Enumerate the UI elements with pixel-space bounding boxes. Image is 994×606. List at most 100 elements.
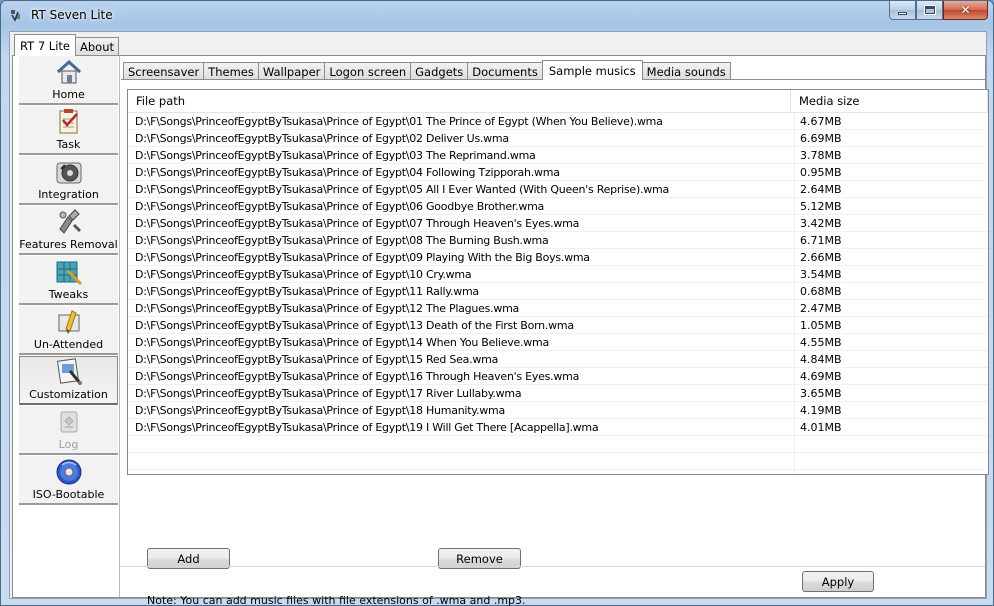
media-size-cell: 1.05MB [800,318,842,332]
media-size-cell: 6.69MB [800,131,842,145]
table-row[interactable]: D:\F\Songs\PrinceofEgyptByTsukasa\Prince… [128,164,988,181]
table-row[interactable]: D:\F\Songs\PrinceofEgyptByTsukasa\Prince… [128,232,988,249]
table-row[interactable]: D:\F\Songs\PrinceofEgyptByTsukasa\Prince… [128,130,988,147]
close-button[interactable]: ✕ [943,1,988,20]
minimize-button[interactable] [889,1,916,20]
maximize-button[interactable] [916,1,943,20]
sidebar-item-unattended[interactable]: Un-Attended [19,306,118,355]
tab-themes[interactable]: Themes [203,62,259,80]
file-path-cell: D:\F\Songs\PrinceofEgyptByTsukasa\Prince… [135,216,580,230]
media-size-cell: 5.12MB [800,199,842,213]
sidebar-divider [119,56,120,597]
tab-gadgets[interactable]: Gadgets [410,62,469,80]
sidebar-item-task[interactable]: Task [19,106,118,155]
close-icon: ✕ [960,3,971,17]
media-size-cell: 3.42MB [800,216,842,230]
sidebar-item-label: Integration [38,188,99,201]
sidebar-item-log[interactable]: Log [19,406,118,455]
sidebar-item-integration[interactable]: Integration [19,156,118,205]
file-path-cell: D:\F\Songs\PrinceofEgyptByTsukasa\Prince… [135,301,520,315]
file-path-cell: D:\F\Songs\PrinceofEgyptByTsukasa\Prince… [135,284,479,298]
unattended-icon [58,310,79,334]
media-size-cell: 4.67MB [800,114,842,128]
outer-tab-strip: RT 7 Lite About [14,34,120,56]
tab-logon-screen[interactable]: Logon screen [324,62,412,80]
tab-wallpaper[interactable]: Wallpaper [257,62,326,80]
column-header-media-size[interactable]: Media size [791,90,988,112]
sidebar-item-iso-bootable[interactable]: ISO-Bootable [19,456,118,505]
table-row[interactable]: D:\F\Songs\PrinceofEgyptByTsukasa\Prince… [128,300,988,317]
table-row[interactable]: D:\F\Songs\PrinceofEgyptByTsukasa\Prince… [128,283,988,300]
column-header-file-path[interactable]: File path [128,90,791,112]
file-path-cell: D:\F\Songs\PrinceofEgyptByTsukasa\Prince… [135,148,536,162]
tab-sample-musics[interactable]: Sample musics [541,60,643,80]
list-header: File path Media size [128,90,988,113]
file-path-cell: D:\F\Songs\PrinceofEgyptByTsukasa\Prince… [135,165,560,179]
sidebar-item-label: Un-Attended [33,338,104,351]
media-size-cell: 4.69MB [800,369,842,383]
table-row[interactable]: D:\F\Songs\PrinceofEgyptByTsukasa\Prince… [128,385,988,402]
footer-divider [121,566,985,567]
file-path-cell: D:\F\Songs\PrinceofEgyptByTsukasa\Prince… [135,335,549,349]
file-path-cell: D:\F\Songs\PrinceofEgyptByTsukasa\Prince… [135,352,499,366]
file-path-cell: D:\F\Songs\PrinceofEgyptByTsukasa\Prince… [135,403,505,417]
table-row[interactable]: D:\F\Songs\PrinceofEgyptByTsukasa\Prince… [128,147,988,164]
media-size-cell: 4.19MB [800,403,842,417]
table-row[interactable]: D:\F\Songs\PrinceofEgyptByTsukasa\Prince… [128,351,988,368]
app-icon [11,10,20,22]
sidebar-item-label: Customization [29,388,108,401]
table-row[interactable]: D:\F\Songs\PrinceofEgyptByTsukasa\Prince… [128,317,988,334]
media-size-cell: 0.68MB [800,284,842,298]
table-row[interactable]: D:\F\Songs\PrinceofEgyptByTsukasa\Prince… [128,368,988,385]
table-row[interactable]: D:\F\Songs\PrinceofEgyptByTsukasa\Prince… [128,249,988,266]
media-size-cell: 4.01MB [800,420,842,434]
sidebar-item-home[interactable]: Home [19,56,118,105]
integration-icon [56,162,81,184]
file-path-cell: D:\F\Songs\PrinceofEgyptByTsukasa\Prince… [135,318,574,332]
outer-tab-panel: Home Task Integration Features Removal T… [12,55,989,606]
inner-tab-strip: Screensaver Themes Wallpaper Logon scree… [123,60,731,80]
media-size-cell: 3.78MB [800,148,842,162]
file-path-cell: D:\F\Songs\PrinceofEgyptByTsukasa\Prince… [135,420,599,434]
table-row[interactable]: D:\F\Songs\PrinceofEgyptByTsukasa\Prince… [128,215,988,232]
tab-media-sounds[interactable]: Media sounds [641,62,731,80]
tweaks-icon [56,261,82,286]
client-area: RT 7 Lite About Home Task Integration Fe… [9,31,989,606]
table-row[interactable]: D:\F\Songs\PrinceofEgyptByTsukasa\Prince… [128,419,988,436]
minimize-icon [898,11,907,15]
caption-buttons: ✕ [889,1,988,21]
iso-bootable-icon [56,459,81,485]
table-row[interactable]: D:\F\Songs\PrinceofEgyptByTsukasa\Prince… [128,113,988,130]
tab-about[interactable]: About [75,37,120,56]
table-row[interactable]: D:\F\Songs\PrinceofEgyptByTsukasa\Prince… [128,334,988,351]
table-row[interactable]: D:\F\Songs\PrinceofEgyptByTsukasa\Prince… [128,198,988,215]
tab-screensaver[interactable]: Screensaver [123,62,205,80]
media-size-cell: 2.47MB [800,301,842,315]
window-title: RT Seven Lite [31,8,113,22]
media-size-cell: 4.55MB [800,335,842,349]
table-row[interactable]: D:\F\Songs\PrinceofEgyptByTsukasa\Prince… [128,402,988,419]
file-path-cell: D:\F\Songs\PrinceofEgyptByTsukasa\Prince… [135,369,580,383]
sidebar-item-label: Task [56,138,81,151]
media-size-cell: 6.71MB [800,233,842,247]
tab-documents[interactable]: Documents [467,62,543,80]
title-bar[interactable]: RT Seven Lite ✕ [1,1,993,30]
empty-row [128,453,988,470]
tab-rt7lite[interactable]: RT 7 Lite [14,34,76,56]
media-size-cell: 4.84MB [800,352,842,366]
sidebar-item-tweaks[interactable]: Tweaks [19,256,118,305]
music-file-list[interactable]: File path Media size D:\F\Songs\Princeof… [127,89,989,475]
features-removal-icon [58,209,81,234]
file-path-cell: D:\F\Songs\PrinceofEgyptByTsukasa\Prince… [135,114,663,128]
sidebar-item-customization[interactable]: Customization [19,356,118,405]
file-path-cell: D:\F\Songs\PrinceofEgyptByTsukasa\Prince… [135,182,669,196]
sidebar-item-label: Features Removal [19,238,118,251]
table-row[interactable]: D:\F\Songs\PrinceofEgyptByTsukasa\Prince… [128,181,988,198]
media-size-cell: 3.54MB [800,267,842,281]
task-icon [59,109,78,134]
sidebar-item-features-removal[interactable]: Features Removal [19,206,118,255]
maximize-icon [923,5,936,15]
file-path-cell: D:\F\Songs\PrinceofEgyptByTsukasa\Prince… [135,233,549,247]
table-row[interactable]: D:\F\Songs\PrinceofEgyptByTsukasa\Prince… [128,266,988,283]
apply-button[interactable]: Apply [802,571,874,592]
